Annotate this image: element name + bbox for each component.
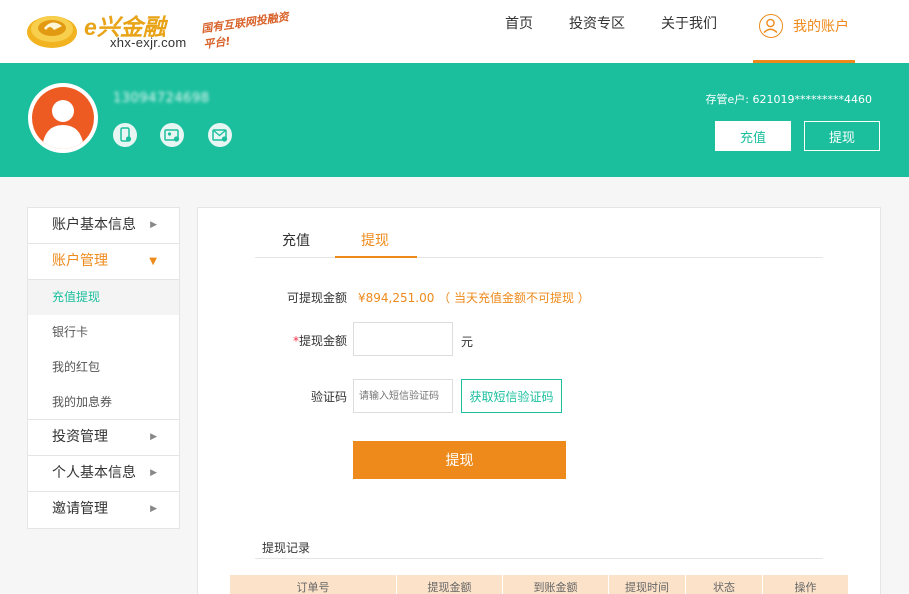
email-verified-icon[interactable] xyxy=(208,123,232,147)
withdraw-panel: 充值 提现 可提现金额 ¥894,251.00 （ 当天充值金额不可提现 ） *… xyxy=(197,207,881,594)
chevron-right-icon: ▶ xyxy=(150,432,157,442)
withdraw-amount-input[interactable] xyxy=(353,322,453,356)
avatar[interactable] xyxy=(28,83,98,153)
column-header: 订单号 xyxy=(230,575,397,594)
available-amount-value: ¥894,251.00 （ 当天充值金额不可提现 ） xyxy=(358,291,590,305)
username: 13094724698 xyxy=(113,91,210,106)
records-title: 提现记录 xyxy=(262,541,311,555)
custody-account-number: 存管e户: 621019*********4460 xyxy=(705,93,872,106)
top-header: e兴金融 xhx-exjr.com 国有互联网投融资平台! 首页 投资专区 关于… xyxy=(0,0,909,63)
sidebar-sub-red-packet[interactable]: 我的红包 xyxy=(28,350,179,385)
chevron-right-icon: ▶ xyxy=(150,220,157,230)
get-sms-code-button[interactable]: 获取短信验证码 xyxy=(461,379,562,413)
sidebar-item-label: 账户基本信息 xyxy=(52,217,136,233)
sidebar-item-label: 账户管理 xyxy=(52,253,108,269)
column-header: 提现金额 xyxy=(397,575,503,594)
sidebar-item-label: 投资管理 xyxy=(52,429,108,445)
withdraw-amount-label: *提现金额 xyxy=(257,332,347,349)
nav-home[interactable]: 首页 xyxy=(505,0,533,63)
brand-domain: xhx-exjr.com xyxy=(110,35,187,50)
sidebar-sub-recharge-withdraw[interactable]: 充值提现 xyxy=(28,280,179,315)
sidebar-item-account-info[interactable]: 账户基本信息 ▶ xyxy=(28,208,179,244)
tab-withdraw[interactable]: 提现 xyxy=(335,230,417,258)
recharge-button[interactable]: 充值 xyxy=(715,121,791,151)
sidebar-item-investment-management[interactable]: 投资管理 ▶ xyxy=(28,420,179,456)
user-icon xyxy=(759,14,783,38)
page: e兴金融 xhx-exjr.com 国有互联网投融资平台! 首页 投资专区 关于… xyxy=(0,0,909,594)
sidebar-item-account-management[interactable]: 账户管理 ▼ xyxy=(28,244,179,280)
sms-code-input[interactable] xyxy=(353,379,453,413)
brand-slogan: 国有互联网投融资平台! xyxy=(200,10,290,52)
sidebar-item-label: 个人基本信息 xyxy=(52,465,136,481)
column-header: 操作 xyxy=(794,581,817,594)
available-amount-label: 可提现金额 xyxy=(286,291,347,305)
main-nav: 首页 投资专区 关于我们 我的账户 xyxy=(469,0,855,63)
divider xyxy=(255,558,823,559)
nav-invest[interactable]: 投资专区 xyxy=(569,0,625,63)
chevron-right-icon: ▶ xyxy=(150,468,157,478)
submit-withdraw-button[interactable]: 提现 xyxy=(353,441,566,479)
account-sidebar: 账户基本信息 ▶ 账户管理 ▼ 充值提现 银行卡 我的红包 我的加息券 投资管理… xyxy=(27,207,180,529)
sidebar-sub-rate-coupon[interactable]: 我的加息券 xyxy=(28,385,179,420)
column-header: 提现时间 xyxy=(609,575,686,594)
verification-code-label: 验证码 xyxy=(310,390,347,404)
withdraw-button[interactable]: 提现 xyxy=(804,121,880,151)
column-header: 状态 xyxy=(686,575,763,594)
sidebar-item-invite-management[interactable]: 邀请管理 ▶ xyxy=(28,492,179,528)
sidebar-item-label: 邀请管理 xyxy=(52,501,108,517)
withdraw-amount-label-text: 提现金额 xyxy=(298,334,347,348)
nav-about[interactable]: 关于我们 xyxy=(661,0,717,63)
amount-unit: 元 xyxy=(461,335,474,349)
nav-my-account[interactable]: 我的账户 xyxy=(753,0,855,63)
phone-verified-icon[interactable] xyxy=(113,123,137,147)
chevron-right-icon: ▶ xyxy=(150,504,157,514)
id-card-verified-icon[interactable] xyxy=(160,123,184,147)
site-logo[interactable]: e兴金融 xhx-exjr.com 国有互联网投融资平台! xyxy=(24,6,294,54)
column-header: 到账金额 xyxy=(503,575,609,594)
sidebar-sub-bank-card[interactable]: 银行卡 xyxy=(28,315,179,350)
sidebar-item-personal-info[interactable]: 个人基本信息 ▶ xyxy=(28,456,179,492)
nav-my-account-label: 我的账户 xyxy=(793,19,849,35)
tab-bar: 充值 提现 xyxy=(255,230,823,258)
records-table-header: 订单号 提现金额 到账金额 提现时间 状态 操作 xyxy=(230,575,848,594)
account-banner: 13094724698 存管e户: 621019*********4460 充值… xyxy=(0,63,909,177)
tab-recharge[interactable]: 充值 xyxy=(282,230,310,258)
avatar-image xyxy=(32,87,94,149)
chevron-down-icon: ▼ xyxy=(149,256,157,267)
user-silhouette-icon xyxy=(42,100,84,149)
